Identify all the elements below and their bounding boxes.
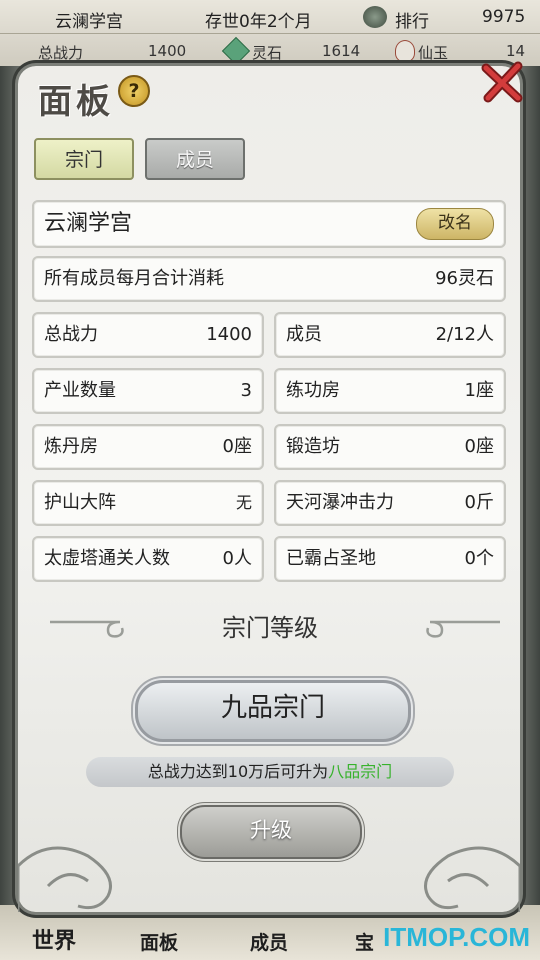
- sect-name: 云澜学宫: [44, 211, 133, 236]
- stat-value: 1400: [206, 324, 252, 345]
- top-jade-label: 仙玉: [418, 44, 449, 62]
- stat-label: 锻造坊: [286, 436, 340, 457]
- stat-card: 成员 2/12人: [274, 312, 506, 358]
- top-time: 存世0年2个月: [205, 12, 312, 32]
- monthly-cost-card: 所有成员每月合计消耗 96灵石: [32, 256, 506, 302]
- stat-card: 已霸占圣地 0个: [274, 536, 506, 582]
- tab-members[interactable]: 成员: [145, 138, 245, 180]
- nav-members[interactable]: 成员: [250, 928, 288, 955]
- top-sect-name: 云澜学宫: [55, 12, 123, 32]
- nav-panel[interactable]: 面板: [140, 928, 178, 955]
- hint-target: 八品宗门: [328, 762, 393, 781]
- immortal-jade-icon: [395, 40, 415, 62]
- rank-value: 9975: [482, 7, 526, 27]
- stat-card: 总战力 1400: [32, 312, 264, 358]
- spirit-stone-icon: [221, 36, 251, 66]
- right-cloud-ornament: [426, 620, 500, 638]
- panel-title: 面板: [38, 82, 114, 122]
- sect-grade-badge: 九品宗门: [135, 680, 411, 742]
- stat-card: 炼丹房 0座: [32, 424, 264, 470]
- top-power-label: 总战力: [38, 44, 84, 62]
- rename-button[interactable]: 改名: [416, 208, 494, 240]
- stat-value: 0斤: [464, 492, 494, 513]
- stat-value: 无: [235, 493, 252, 512]
- stat-value: 0座: [222, 436, 252, 457]
- watermark: ITMOP.COM: [383, 922, 530, 952]
- level-header: 宗门等级: [40, 608, 500, 648]
- top-status-bar: 云澜学宫 存世0年2个月 排行 9975 总战力 1400 灵石 1614 仙玉…: [0, 0, 540, 66]
- close-icon[interactable]: [480, 60, 524, 104]
- stat-label: 炼丹房: [44, 436, 98, 457]
- stat-card: 护山大阵 无: [32, 480, 264, 526]
- stat-value: 0座: [464, 436, 494, 457]
- stat-label: 已霸占圣地: [286, 548, 376, 569]
- rank-icon[interactable]: [363, 6, 387, 28]
- top-stone-value: 1614: [322, 42, 361, 60]
- upgrade-hint: 总战力达到10万后可升为八品宗门: [86, 757, 454, 787]
- monthly-cost-label: 所有成员每月合计消耗: [44, 268, 224, 289]
- stat-card: 锻造坊 0座: [274, 424, 506, 470]
- stat-label: 护山大阵: [44, 492, 116, 513]
- upgrade-button[interactable]: 升级: [180, 805, 362, 859]
- stat-value: 0人: [222, 548, 252, 569]
- top-stone-label: 灵石: [252, 44, 283, 62]
- nav-treasure[interactable]: 宝: [355, 928, 374, 955]
- tab-sect[interactable]: 宗门: [34, 138, 134, 180]
- stat-label: 太虚塔通关人数: [44, 548, 170, 569]
- top-jade-value: 14: [506, 42, 526, 60]
- stat-card: 练功房 1座: [274, 368, 506, 414]
- top-power-value: 1400: [148, 42, 187, 60]
- stat-label: 练功房: [286, 380, 340, 401]
- sect-name-card: 云澜学宫 改名: [32, 200, 506, 248]
- stat-label: 产业数量: [44, 380, 116, 401]
- stat-label: 总战力: [44, 324, 98, 345]
- help-icon[interactable]: ?: [118, 75, 150, 107]
- stat-value: 1座: [464, 380, 494, 401]
- stat-card: 产业数量 3: [32, 368, 264, 414]
- stat-label: 成员: [286, 324, 322, 345]
- rank-label[interactable]: 排行: [395, 7, 429, 32]
- stat-value: 3: [240, 380, 252, 401]
- nav-world[interactable]: 世界: [32, 923, 76, 955]
- monthly-cost-value: 96灵石: [435, 268, 494, 289]
- hint-prefix: 总战力达到10万后可升为: [147, 762, 329, 781]
- stat-card: 太虚塔通关人数 0人: [32, 536, 264, 582]
- stat-value: 0个: [464, 548, 494, 569]
- stat-card: 天河瀑冲击力 0斤: [274, 480, 506, 526]
- stat-label: 天河瀑冲击力: [286, 492, 394, 513]
- background-right: [518, 66, 540, 906]
- stat-value: 2/12人: [435, 324, 494, 345]
